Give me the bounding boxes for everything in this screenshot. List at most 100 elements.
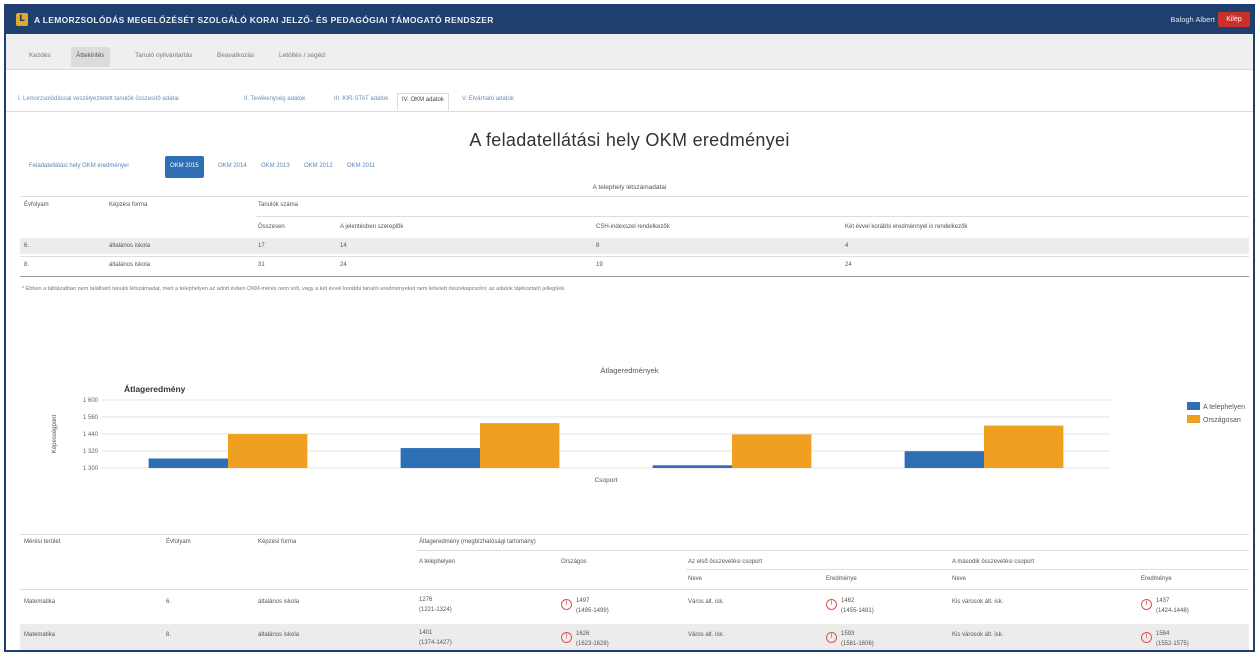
footnote: * Ebben a táblázatban nem található tanu… xyxy=(22,286,566,292)
legend-label: A telephelyen xyxy=(1203,404,1246,411)
cell-national: 1497 xyxy=(576,598,590,604)
table-row xyxy=(20,624,1249,650)
cell-g2-name: Kis városok ált. isk. xyxy=(952,599,1004,605)
bar-site xyxy=(148,458,228,468)
bar-national xyxy=(228,434,308,468)
bar-national xyxy=(984,425,1064,468)
header-total: Összesen xyxy=(258,224,285,230)
nav-item-beavatkozas[interactable]: Beavatkozás xyxy=(212,47,259,67)
top-bar: L A LEMORZSOLÓDÁS MEGELŐZÉSÉT SZOLGÁLÓ K… xyxy=(6,6,1253,34)
tab-okm-2013[interactable]: OKM 2013 xyxy=(256,156,295,178)
divider xyxy=(256,216,1249,217)
divider xyxy=(686,569,1249,570)
app-logo-icon: L xyxy=(16,13,28,26)
header-g2-name: Neve xyxy=(952,576,967,582)
cell-type: általános iskola xyxy=(109,243,151,249)
cell-g2-range: (1552-1575) xyxy=(1156,641,1189,647)
warning-icon: ! xyxy=(1141,632,1152,643)
divider xyxy=(20,256,1249,257)
page-title: A feladatellátási hely OKM eredményei xyxy=(469,130,790,150)
tab-site-results[interactable]: Feladatellátási hely OKM eredményei xyxy=(24,156,134,178)
header-second-group: A második összevetési csoport xyxy=(952,559,1035,565)
legend-item-site[interactable]: A telephelyen xyxy=(1187,402,1245,412)
header-national: Országos xyxy=(561,559,587,565)
divider xyxy=(20,534,1249,535)
y-tick-label: 1 320 xyxy=(83,449,99,455)
app-window: L A LEMORZSOLÓDÁS MEGELŐZÉSÉT SZOLGÁLÓ K… xyxy=(4,4,1255,652)
main-nav: Kezdés Áttekintés Tanuló nyilvántartás B… xyxy=(6,34,1253,70)
warning-icon: ! xyxy=(1141,599,1152,610)
nav-item-letoltes[interactable]: Letöltés / segéd xyxy=(274,47,330,67)
cell-national-range: (1623-1628) xyxy=(576,641,609,647)
y-tick-label: 1 440 xyxy=(83,432,99,438)
cell-g1-result: 1593 xyxy=(841,631,855,637)
cell-site: 1401 xyxy=(419,630,433,636)
legend-swatch xyxy=(1187,415,1200,423)
bar-chart: 1 600 1 560 1 440 1 320 1 300 Képességpont Cso… xyxy=(52,398,1110,484)
header-grade: Évfolyam xyxy=(166,539,191,545)
nav-item-tanulo[interactable]: Tanuló nyilvántartás xyxy=(130,47,197,67)
cell-g1-name: Város alt. isk. xyxy=(688,632,725,638)
table-row xyxy=(20,238,1249,254)
header-g2-result: Eredménye xyxy=(1141,576,1172,582)
cell-g2-range: (1424-1448) xyxy=(1156,608,1189,614)
tab-okm-2011[interactable]: OKM 2011 xyxy=(342,156,380,178)
header-col3: Két évvel korábbi eredménnyel is rendelk… xyxy=(845,224,968,230)
bar-site xyxy=(400,448,480,468)
cell-grade: 8. xyxy=(24,262,30,268)
subnav-item-4[interactable]: IV. OKM adatok xyxy=(397,93,449,111)
cell-col2: 19 xyxy=(596,262,603,268)
sub-nav: I. Lemorzsolódással veszélyeztetett tanu… xyxy=(6,70,1253,112)
y-tick-label: 1 600 xyxy=(83,398,99,404)
nav-item-kezdes[interactable]: Kezdés xyxy=(24,47,56,67)
subnav-item-3[interactable]: III. KIR-STAT adatok xyxy=(330,93,392,111)
bar-site xyxy=(652,465,732,468)
cell-col3: 24 xyxy=(845,262,852,268)
subnav-item-5[interactable]: V. Elvárható adatok xyxy=(458,93,518,111)
cell-g1-range: (1581-1606) xyxy=(841,641,874,647)
divider xyxy=(20,196,1249,197)
warning-icon: ! xyxy=(561,632,572,643)
tab-okm-2012[interactable]: OKM 2012 xyxy=(299,156,338,178)
cell-type: általános iskola xyxy=(258,599,300,605)
header-grade: Évfolyam xyxy=(24,202,49,208)
header-avg-group: Átlageredmény (megbízhatósági tartomány) xyxy=(419,539,536,545)
cell-site-range: (1374-1427) xyxy=(419,640,452,646)
y-axis-label: Képességpont xyxy=(52,414,58,453)
cell-g2-result: 1437 xyxy=(1156,598,1170,604)
chart-title: Átlageredmények xyxy=(600,366,659,375)
divider xyxy=(20,589,1249,590)
app-title: A LEMORZSOLÓDÁS MEGELŐZÉSÉT SZOLGÁLÓ KOR… xyxy=(34,15,494,25)
cell-col2: 8 xyxy=(596,243,600,249)
cell-site: 1276 xyxy=(419,597,433,603)
subnav-item-1[interactable]: I. Lemorzsolódással veszélyeztetett tanu… xyxy=(14,93,183,111)
header-type: Képzési forma xyxy=(258,539,297,545)
y-tick-label: 1 300 xyxy=(83,466,99,472)
tab-okm-2014[interactable]: OKM 2014 xyxy=(213,156,252,178)
header-first-group: Az első összevetési csoport xyxy=(688,559,763,565)
cell-g1-result: 1462 xyxy=(841,598,855,604)
cell-total: 17 xyxy=(258,243,265,249)
header-area: Mérési terület xyxy=(24,539,61,545)
logout-button[interactable]: Kilép xyxy=(1218,12,1250,27)
cell-area: Matematika xyxy=(24,599,56,605)
cell-type: általános iskola xyxy=(258,632,300,638)
cell-g1-name: Város alt. isk. xyxy=(688,599,725,605)
subnav-item-2[interactable]: II. Tevékenység adatok xyxy=(240,93,309,111)
bar-site xyxy=(904,451,984,468)
warning-icon: ! xyxy=(826,632,837,643)
cell-col1: 24 xyxy=(340,262,347,268)
cell-g2-result: 1564 xyxy=(1156,631,1170,637)
header-col2: CSH-indexszel rendelkezők xyxy=(596,224,670,230)
legend-label: Országosan xyxy=(1203,417,1241,424)
cell-grade: 6. xyxy=(166,599,172,605)
tab-okm-2015[interactable]: OKM 2015 xyxy=(165,156,204,178)
legend-item-national[interactable]: Országosan xyxy=(1187,415,1241,425)
bar-national xyxy=(480,423,560,468)
divider xyxy=(20,276,1249,277)
cell-area: Matematika xyxy=(24,632,56,638)
header-g1-name: Neve xyxy=(688,576,703,582)
nav-item-attekintes[interactable]: Áttekintés xyxy=(71,47,110,67)
header-site: A telephelyen xyxy=(419,559,456,565)
user-name[interactable]: Balogh Albert xyxy=(1170,15,1215,24)
